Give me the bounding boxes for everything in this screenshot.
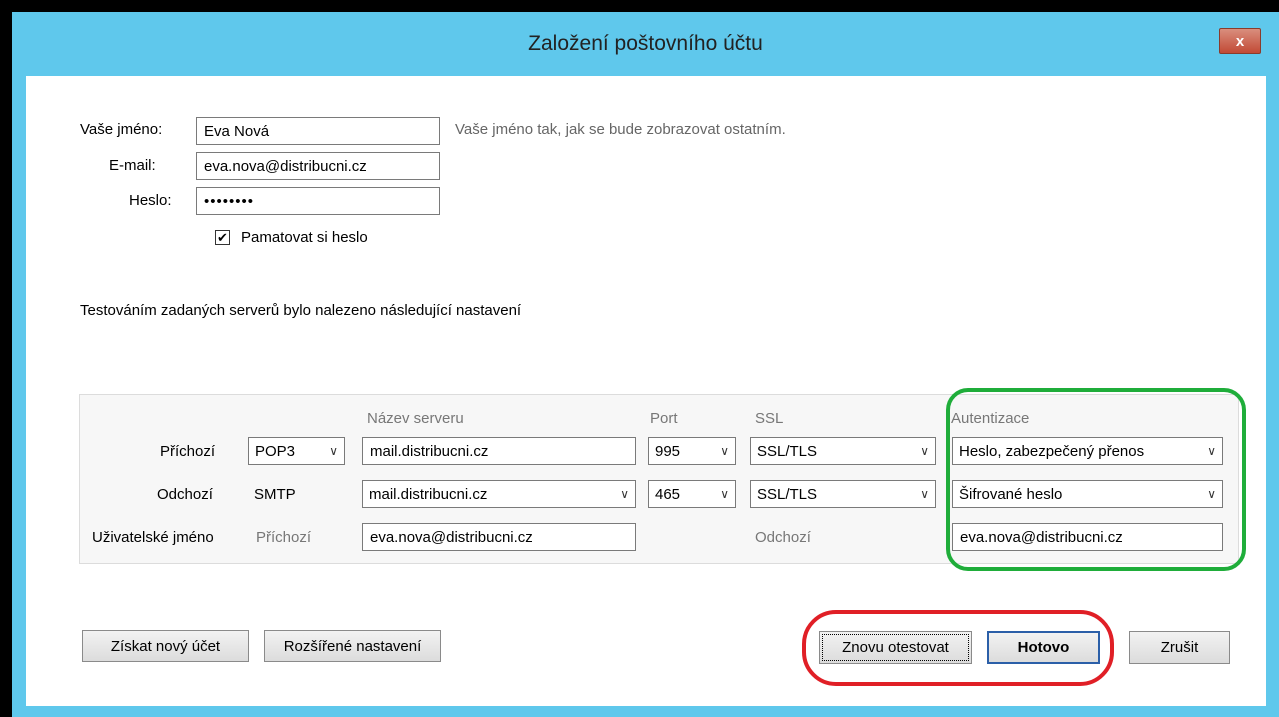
chevron-down-icon: ∨	[920, 487, 929, 501]
outgoing-label: Odchozí	[157, 486, 213, 503]
incoming-port-select[interactable]: 995 ∨	[648, 437, 736, 465]
close-icon: x	[1235, 32, 1245, 50]
username-incoming-value: eva.nova@distribucni.cz	[370, 528, 533, 546]
outgoing-server-select[interactable]: mail.distribucni.cz ∨	[362, 480, 636, 508]
column-header-server: Název serveru	[367, 410, 464, 427]
incoming-ssl-value: SSL/TLS	[757, 442, 818, 460]
window-title: Založení poštovního účtu	[528, 32, 763, 55]
cancel-button[interactable]: Zrušit	[1129, 631, 1230, 664]
username-label: Uživatelské jméno	[92, 529, 214, 546]
chevron-down-icon: ∨	[920, 444, 929, 458]
incoming-port-value: 995	[655, 442, 681, 460]
email-input[interactable]: eva.nova@distribucni.cz	[196, 152, 440, 180]
checkmark-icon: ✔	[217, 230, 228, 245]
password-input-value: ••••••••	[204, 192, 255, 210]
username-incoming-label: Příchozí	[256, 529, 312, 546]
outgoing-server-value: mail.distribucni.cz	[369, 485, 488, 503]
close-button[interactable]: x	[1219, 28, 1261, 54]
new-account-button-label: Získat nový účet	[110, 637, 221, 655]
authentication-highlight-ring	[946, 388, 1246, 571]
chevron-down-icon: ∨	[720, 444, 729, 458]
dialog-window: Založení poštovního účtu x Vaše jméno: E…	[12, 12, 1279, 717]
incoming-ssl-select[interactable]: SSL/TLS ∨	[750, 437, 936, 465]
incoming-server-value: mail.distribucni.cz	[370, 442, 489, 460]
column-header-port: Port	[650, 410, 678, 427]
chevron-down-icon: ∨	[620, 487, 629, 501]
outgoing-port-select[interactable]: 465 ∨	[648, 480, 736, 508]
name-hint: Vaše jméno tak, jak se bude zobrazovat o…	[455, 121, 786, 138]
name-input-value: Eva Nová	[204, 122, 270, 140]
chevron-down-icon: ∨	[720, 487, 729, 501]
incoming-label: Příchozí	[160, 443, 216, 460]
remember-password-checkbox[interactable]: ✔	[215, 230, 230, 245]
cancel-button-label: Zrušit	[1160, 639, 1199, 656]
remember-password-label: Pamatovat si heslo	[241, 229, 368, 246]
new-account-button[interactable]: Získat nový účet	[82, 630, 249, 662]
outgoing-protocol-value: SMTP	[254, 486, 296, 503]
username-incoming-input[interactable]: eva.nova@distribucni.cz	[362, 523, 636, 551]
title-bar[interactable]: Založení poštovního účtu x	[12, 12, 1279, 76]
incoming-protocol-select[interactable]: POP3 ∨	[248, 437, 345, 465]
incoming-protocol-value: POP3	[255, 442, 296, 460]
column-header-ssl: SSL	[755, 410, 784, 427]
name-input[interactable]: Eva Nová	[196, 117, 440, 145]
name-label: Vaše jméno:	[80, 121, 163, 138]
outgoing-port-value: 465	[655, 485, 681, 503]
chevron-down-icon: ∨	[329, 444, 338, 458]
action-buttons-highlight-ring	[802, 610, 1114, 686]
incoming-server-input[interactable]: mail.distribucni.cz	[362, 437, 636, 465]
password-input[interactable]: ••••••••	[196, 187, 440, 215]
status-text: Testováním zadaných serverů bylo nalezen…	[80, 302, 522, 319]
dialog-content: Vaše jméno: Eva Nová Vaše jméno tak, jak…	[26, 76, 1266, 706]
advanced-settings-button[interactable]: Rozšířené nastavení	[264, 630, 441, 662]
advanced-settings-button-label: Rozšířené nastavení	[283, 637, 422, 655]
outgoing-ssl-select[interactable]: SSL/TLS ∨	[750, 480, 936, 508]
password-label: Heslo:	[129, 192, 172, 209]
email-input-value: eva.nova@distribucni.cz	[204, 157, 367, 175]
username-outgoing-label: Odchozí	[755, 529, 811, 546]
outgoing-ssl-value: SSL/TLS	[757, 485, 818, 503]
email-label: E-mail:	[109, 157, 156, 174]
